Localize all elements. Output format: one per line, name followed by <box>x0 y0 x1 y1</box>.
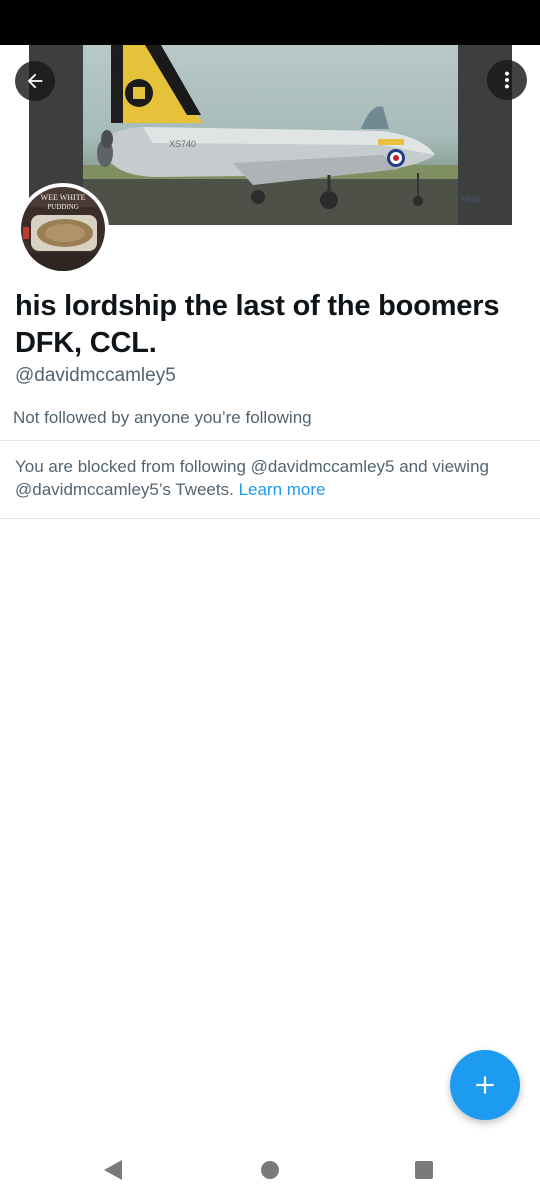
divider <box>0 440 540 441</box>
tail-letter: J <box>113 55 120 70</box>
divider <box>0 518 540 519</box>
system-navigation-bar <box>0 1140 540 1200</box>
profile-handle: @davidmccamley5 <box>15 365 176 386</box>
back-button[interactable] <box>15 61 55 101</box>
avatar[interactable]: WEE WHITE PUDDING <box>17 183 109 275</box>
profile-display-name: his lordship the last of the boomers DFK… <box>15 290 500 359</box>
arrow-left-icon <box>27 73 43 89</box>
status-bar <box>0 0 540 45</box>
banner-image: J XS740 Visit <box>29 45 512 225</box>
circle-home-icon[interactable] <box>261 1161 279 1179</box>
learn-more-link[interactable]: Learn more <box>239 480 326 499</box>
square-recents-icon[interactable] <box>415 1161 433 1179</box>
followed-by-text: Not followed by anyone you’re following <box>13 408 312 427</box>
avatar-text-line2: PUDDING <box>47 203 79 211</box>
more-vertical-icon <box>504 71 510 89</box>
plus-icon <box>476 1076 494 1094</box>
more-options-button[interactable] <box>487 60 527 100</box>
banner-visit-label: Visit <box>461 194 480 205</box>
serial-marking: XS740 <box>169 139 196 149</box>
compose-tweet-button[interactable] <box>450 1050 520 1120</box>
blocked-notice: You are blocked from following @davidmcc… <box>15 455 530 501</box>
avatar-text-line1: WEE WHITE <box>41 193 86 202</box>
triangle-back-icon[interactable] <box>104 1160 124 1180</box>
